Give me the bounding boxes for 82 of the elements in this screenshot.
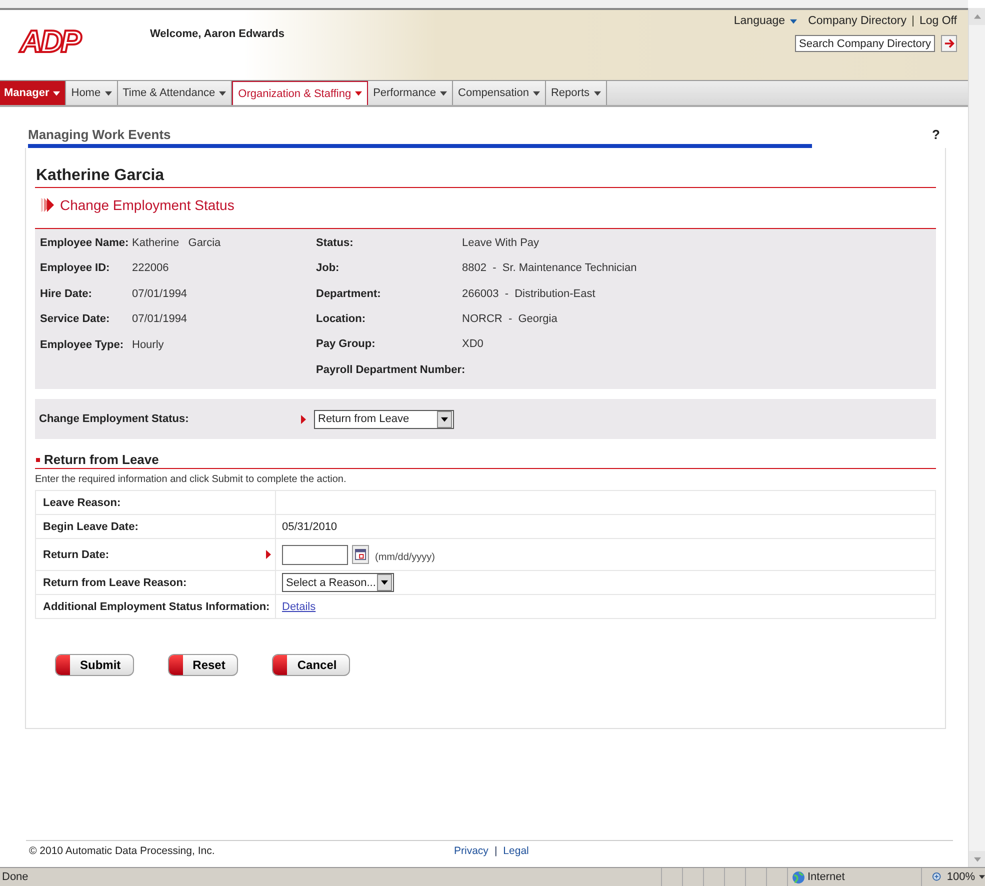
field-label: Return from Leave Reason: <box>43 576 187 588</box>
caret-icon <box>355 91 362 96</box>
calendar-button[interactable] <box>352 545 369 564</box>
nav-tab[interactable]: Compensation <box>453 81 546 105</box>
field-label: Hire Date: <box>40 288 93 302</box>
globe-icon <box>792 870 804 884</box>
reason-select[interactable]: Select a Reason... <box>282 573 394 592</box>
field-label: Return Date: <box>43 548 110 560</box>
caret-icon <box>440 90 448 96</box>
field-label: Location: <box>316 312 366 327</box>
log-off-link[interactable]: Log Off <box>919 15 957 27</box>
language-link[interactable]: Language <box>734 15 786 27</box>
field-value: 05/31/2010 <box>282 520 338 532</box>
chevron-icon <box>39 196 55 212</box>
caret-icon <box>532 90 540 96</box>
status-text: Done <box>1 871 30 883</box>
zoom-icon <box>932 872 943 882</box>
go-button[interactable] <box>941 35 957 52</box>
field-label: Employee Type: <box>40 338 125 353</box>
action-button[interactable]: Submit <box>55 654 134 676</box>
field-label: Additional Employment Status Information: <box>43 600 270 612</box>
page-title: Managing Work Events <box>28 127 171 142</box>
calendar-icon <box>355 549 366 560</box>
logo: ADP <box>20 25 120 59</box>
employee-name-heading: Katherine Garcia <box>35 148 936 188</box>
field-label: Employee ID: <box>40 262 111 276</box>
field-value: Hourly <box>132 338 164 353</box>
field-value: 8802 - Sr. Maintenance Technician <box>462 262 637 276</box>
field-label: Leave Reason: <box>43 496 121 508</box>
search-field[interactable]: Search Company Directory <box>795 35 935 52</box>
separator-text: | <box>494 845 498 857</box>
field-label: Job: <box>316 262 340 276</box>
field-value: XD0 <box>462 338 484 352</box>
legal-link[interactable]: Legal <box>503 845 529 857</box>
caret-icon <box>381 580 388 585</box>
field-label: Pay Group: <box>316 338 376 352</box>
zone-text: Internet <box>808 871 845 883</box>
status-select[interactable]: Return from Leave <box>314 410 454 428</box>
field-label: Status: <box>316 237 354 251</box>
field-value: Katherine Garcia <box>132 237 221 251</box>
nav-tab[interactable]: Performance <box>368 81 454 105</box>
help-link[interactable]: ? <box>932 127 940 142</box>
field-value: 07/01/1994 <box>132 288 188 302</box>
nav-tab[interactable]: Organization & Staffing <box>232 81 368 105</box>
nav-tab[interactable]: Reports <box>546 81 607 105</box>
action-button[interactable]: Reset <box>168 654 238 676</box>
company-directory-link[interactable]: Company Directory <box>808 15 906 27</box>
field-label: Department: <box>316 288 382 302</box>
privacy-link[interactable]: Privacy <box>454 845 488 857</box>
section-title: Return from Leave <box>44 452 159 467</box>
bullet-icon <box>36 458 40 462</box>
action-button[interactable]: Cancel <box>272 654 350 676</box>
caret-icon <box>790 18 798 24</box>
field-label: Begin Leave Date: <box>43 520 138 532</box>
field-value: 266003 - Distribution-East <box>462 288 596 302</box>
copyright-text: © 2010 Automatic Data Processing, Inc. <box>29 845 216 857</box>
field-label: Payroll Department Number: <box>316 364 462 378</box>
separator-text: | <box>911 15 914 27</box>
nav-tab[interactable]: Home <box>66 81 118 105</box>
caret-icon <box>594 90 601 96</box>
field-value: NORCR - Georgia <box>462 312 558 327</box>
format-hint: (mm/dd/yyyy) <box>375 552 435 562</box>
nav-tab[interactable]: Manager <box>0 81 66 105</box>
field-label: Service Date: <box>40 313 111 328</box>
field-label: Change Employment Status: <box>39 413 190 425</box>
nav-tab[interactable]: Time & Attendance <box>118 81 232 105</box>
field-value: 07/01/1994 <box>132 313 188 328</box>
caret-icon <box>219 90 226 96</box>
caret-icon <box>53 90 60 96</box>
field-label: Employee Name: <box>40 237 130 251</box>
field-value: Leave With Pay <box>462 237 540 251</box>
welcome-text: Welcome, Aaron Edwards <box>150 28 284 40</box>
zoom-text[interactable]: 100% <box>946 871 975 883</box>
instructions-text: Enter the required information and click Submit to complete the action. <box>35 473 348 487</box>
details-link[interactable]: Details <box>282 600 316 612</box>
caret-icon <box>104 90 112 96</box>
caret-icon <box>441 416 448 422</box>
arrow-icon <box>944 38 954 49</box>
field-value: 222006 <box>132 262 169 276</box>
caret-icon[interactable] <box>979 875 985 879</box>
action-title: Change Employment Status <box>60 196 234 212</box>
date-field[interactable] <box>282 544 348 564</box>
